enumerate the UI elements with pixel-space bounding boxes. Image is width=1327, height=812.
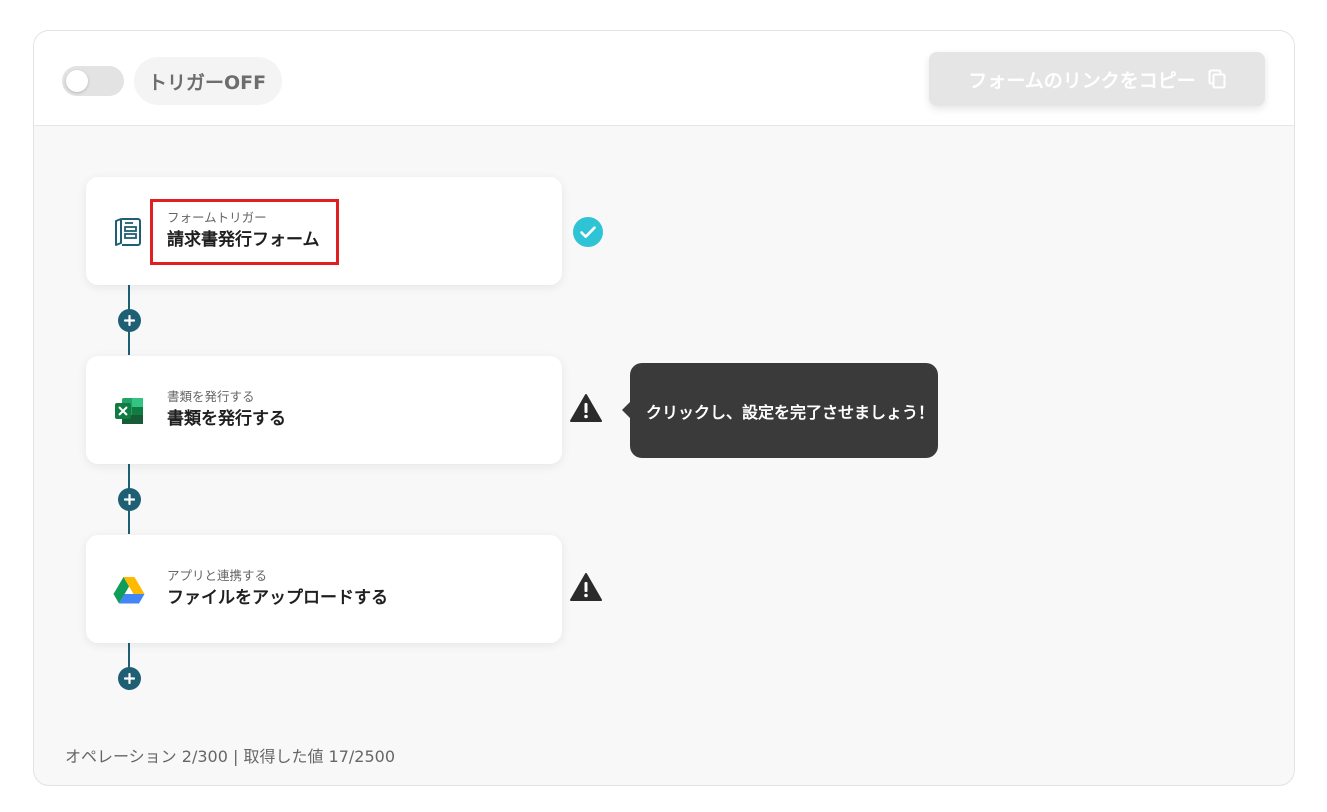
step-title: ファイルをアップロードする xyxy=(167,588,388,608)
warning-icon xyxy=(570,573,602,601)
setup-tooltip: クリックし、設定を完了させましょう！ xyxy=(622,363,938,458)
highlight-box xyxy=(150,199,339,265)
add-step-button[interactable] xyxy=(118,667,141,690)
copy-form-link-button[interactable]: フォームのリンクをコピー xyxy=(929,52,1265,106)
excel-icon xyxy=(115,398,143,424)
plus-icon xyxy=(124,494,135,505)
trigger-status-label: トリガーOFF xyxy=(134,57,283,105)
flow-step-issue-document[interactable]: 書類を発行する 書類を発行する xyxy=(86,356,562,464)
warning-icon xyxy=(570,394,602,422)
add-step-button[interactable] xyxy=(118,309,141,332)
step-text: アプリと連携する ファイルをアップロードする xyxy=(167,567,388,611)
flow-panel: トリガーOFF フォームのリンクをコピー フォームトリガー 請求書発行フォーム … xyxy=(33,30,1295,786)
copy-form-link-label: フォームのリンクをコピー xyxy=(968,69,1196,92)
trigger-toggle-group[interactable]: トリガーOFF xyxy=(62,57,283,105)
flow-step-form-trigger[interactable]: フォームトリガー 請求書発行フォーム xyxy=(86,177,562,285)
step-subtitle: アプリと連携する xyxy=(167,568,268,583)
plus-icon xyxy=(124,315,135,326)
google-drive-icon xyxy=(113,577,145,604)
step-text: 書類を発行する 書類を発行する xyxy=(167,388,286,432)
toggle-knob xyxy=(66,70,88,92)
tooltip-text: クリックし、設定を完了させましょう！ xyxy=(646,402,935,422)
copy-icon xyxy=(1208,69,1226,89)
step-subtitle: 書類を発行する xyxy=(167,389,255,404)
flow-header: トリガーOFF フォームのリンクをコピー xyxy=(34,31,1294,126)
check-circle-icon xyxy=(573,217,603,247)
usage-summary: オペレーション 2/300 | 取得した値 17/2500 xyxy=(65,747,395,766)
form-icon xyxy=(115,218,141,246)
plus-icon xyxy=(124,673,135,684)
step-title: 書類を発行する xyxy=(167,409,286,429)
trigger-toggle[interactable] xyxy=(62,66,124,96)
flow-step-upload-file[interactable]: アプリと連携する ファイルをアップロードする xyxy=(86,535,562,643)
add-step-button[interactable] xyxy=(118,488,141,511)
